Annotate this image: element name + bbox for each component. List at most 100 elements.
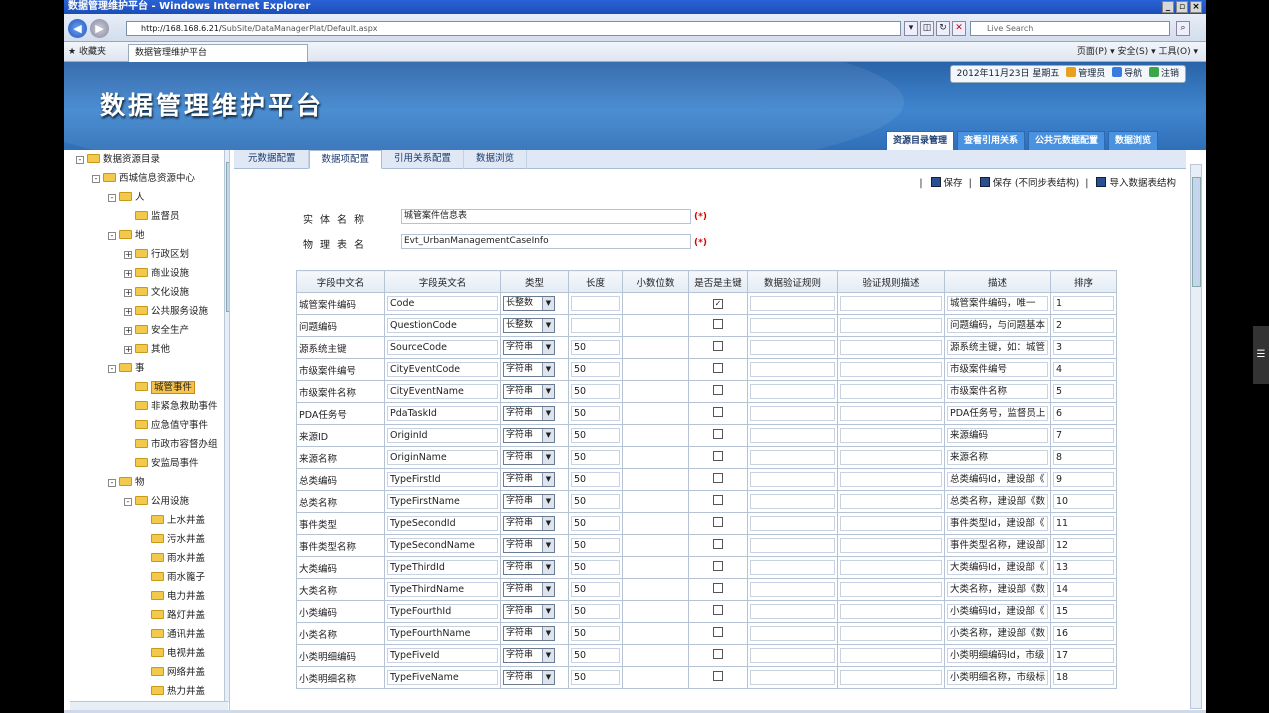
decimal-cell[interactable] xyxy=(625,626,686,641)
validation-desc-input[interactable] xyxy=(840,560,942,575)
tree-item[interactable]: + 文化设施 xyxy=(124,284,189,302)
back-icon[interactable]: ◀ xyxy=(68,19,87,38)
description-input[interactable]: 总类编码Id，建设部《 xyxy=(947,472,1048,487)
tree-item[interactable]: -事 xyxy=(108,360,145,378)
type-select[interactable]: 长整数 ▼ xyxy=(503,318,555,333)
validation-rule-input[interactable] xyxy=(750,494,835,509)
primary-key-checkbox[interactable] xyxy=(713,627,723,637)
validation-desc-input[interactable] xyxy=(840,406,942,421)
tree-item[interactable]: + 安全生产 xyxy=(124,322,189,340)
primary-key-checkbox[interactable] xyxy=(713,649,723,659)
description-input[interactable]: PDA任务号，监督员上 xyxy=(947,406,1048,421)
field-en-input[interactable]: TypeFiveId xyxy=(387,648,498,663)
save-button[interactable]: 保存 xyxy=(944,178,963,189)
search-input[interactable]: Live Search xyxy=(970,21,1170,36)
length-input[interactable] xyxy=(571,318,620,333)
tab-field-config[interactable]: 数据项配置 xyxy=(308,150,383,169)
length-input[interactable]: 50 xyxy=(571,560,620,575)
primary-key-checkbox[interactable] xyxy=(713,495,723,505)
refresh-icon[interactable]: ↻ xyxy=(936,21,950,36)
forward-icon[interactable]: ▶ xyxy=(90,19,109,38)
stop-icon[interactable]: ✕ xyxy=(952,21,966,36)
validation-desc-input[interactable] xyxy=(840,384,942,399)
validation-rule-input[interactable] xyxy=(750,318,835,333)
decimal-cell[interactable] xyxy=(625,340,686,355)
decimal-cell[interactable] xyxy=(625,318,686,333)
primary-key-checkbox[interactable] xyxy=(713,319,723,329)
side-panel-handle[interactable]: ☰ xyxy=(1253,326,1269,384)
primary-key-checkbox[interactable] xyxy=(713,451,723,461)
tab-data-browse[interactable]: 数据浏览 xyxy=(464,150,528,169)
order-input[interactable]: 1 xyxy=(1053,296,1114,311)
command-bar[interactable]: 页面(P) ▾ 安全(S) ▾ 工具(O) ▾ xyxy=(1077,42,1198,62)
order-input[interactable]: 17 xyxy=(1053,648,1114,663)
field-en-input[interactable]: TypeFiveName xyxy=(387,670,498,685)
entity-name-input[interactable]: 城管案件信息表 xyxy=(401,209,691,224)
nav-tab-references[interactable]: 查看引用关系 xyxy=(956,131,1025,150)
field-en-input[interactable]: CityEventName xyxy=(387,384,498,399)
primary-key-checkbox[interactable] xyxy=(713,429,723,439)
collapse-icon[interactable]: - xyxy=(108,232,116,240)
length-input[interactable]: 50 xyxy=(571,362,620,377)
field-en-input[interactable]: TypeSecondId xyxy=(387,516,498,531)
order-input[interactable]: 2 xyxy=(1053,318,1114,333)
decimal-cell[interactable] xyxy=(625,648,686,663)
description-input[interactable]: 市级案件编号 xyxy=(947,362,1048,377)
tree-item[interactable]: 监督员 xyxy=(124,208,180,226)
description-input[interactable]: 大类编码Id，建设部《 xyxy=(947,560,1048,575)
tree-item[interactable]: 上水井盖 xyxy=(140,512,205,530)
maximize-icon[interactable]: ▫ xyxy=(1176,1,1188,13)
validation-rule-input[interactable] xyxy=(750,450,835,465)
description-input[interactable]: 市级案件名称 xyxy=(947,384,1048,399)
length-input[interactable]: 50 xyxy=(571,516,620,531)
validation-rule-input[interactable] xyxy=(750,340,835,355)
tree-item[interactable]: 路灯井盖 xyxy=(140,607,205,625)
description-input[interactable]: 源系统主键，如：城管 xyxy=(947,340,1048,355)
search-icon[interactable]: ⌕ xyxy=(1176,21,1190,36)
primary-key-checkbox[interactable] xyxy=(713,671,723,681)
validation-desc-input[interactable] xyxy=(840,626,942,641)
primary-key-checkbox[interactable] xyxy=(713,363,723,373)
field-en-input[interactable]: TypeFirstId xyxy=(387,472,498,487)
validation-rule-input[interactable] xyxy=(750,516,835,531)
validation-rule-input[interactable] xyxy=(750,538,835,553)
type-select[interactable]: 字符串 ▼ xyxy=(503,516,555,531)
decimal-cell[interactable] xyxy=(625,450,686,465)
tab-metadata-config[interactable]: 元数据配置 xyxy=(236,150,309,169)
primary-key-checkbox[interactable]: ✓ xyxy=(713,299,723,309)
tree-item[interactable]: 安监局事件 xyxy=(124,455,199,473)
expand-icon[interactable]: + xyxy=(124,289,132,297)
validation-desc-input[interactable] xyxy=(840,472,942,487)
type-select[interactable]: 字符串 ▼ xyxy=(503,384,555,399)
validation-desc-input[interactable] xyxy=(840,362,942,377)
order-input[interactable]: 14 xyxy=(1053,582,1114,597)
url-field[interactable]: http://168.168.6.21/SubSite/DataManagerP… xyxy=(126,21,901,36)
validation-desc-input[interactable] xyxy=(840,450,942,465)
type-select[interactable]: 字符串 ▼ xyxy=(503,472,555,487)
length-input[interactable]: 50 xyxy=(571,494,620,509)
type-select[interactable]: 字符串 ▼ xyxy=(503,560,555,575)
field-en-input[interactable]: TypeFirstName xyxy=(387,494,498,509)
primary-key-checkbox[interactable] xyxy=(713,517,723,527)
tree-item[interactable]: 通讯井盖 xyxy=(140,626,205,644)
nav-tab-browse[interactable]: 数据浏览 xyxy=(1107,131,1158,150)
validation-desc-input[interactable] xyxy=(840,538,942,553)
primary-key-checkbox[interactable] xyxy=(713,407,723,417)
primary-key-checkbox[interactable] xyxy=(713,561,723,571)
validation-desc-input[interactable] xyxy=(840,582,942,597)
collapse-icon[interactable]: - xyxy=(108,194,116,202)
length-input[interactable]: 50 xyxy=(571,582,620,597)
collapse-icon[interactable]: - xyxy=(76,156,84,164)
length-input[interactable]: 50 xyxy=(571,406,620,421)
length-input[interactable]: 50 xyxy=(571,648,620,663)
description-input[interactable]: 来源编码 xyxy=(947,428,1048,443)
length-input[interactable]: 50 xyxy=(571,384,620,399)
validation-desc-input[interactable] xyxy=(840,296,942,311)
decimal-cell[interactable] xyxy=(625,560,686,575)
primary-key-checkbox[interactable] xyxy=(713,583,723,593)
primary-key-checkbox[interactable] xyxy=(713,473,723,483)
validation-rule-input[interactable] xyxy=(750,428,835,443)
length-input[interactable]: 50 xyxy=(571,670,620,685)
description-input[interactable]: 来源名称 xyxy=(947,450,1048,465)
tree-item[interactable]: + 商业设施 xyxy=(124,265,189,283)
